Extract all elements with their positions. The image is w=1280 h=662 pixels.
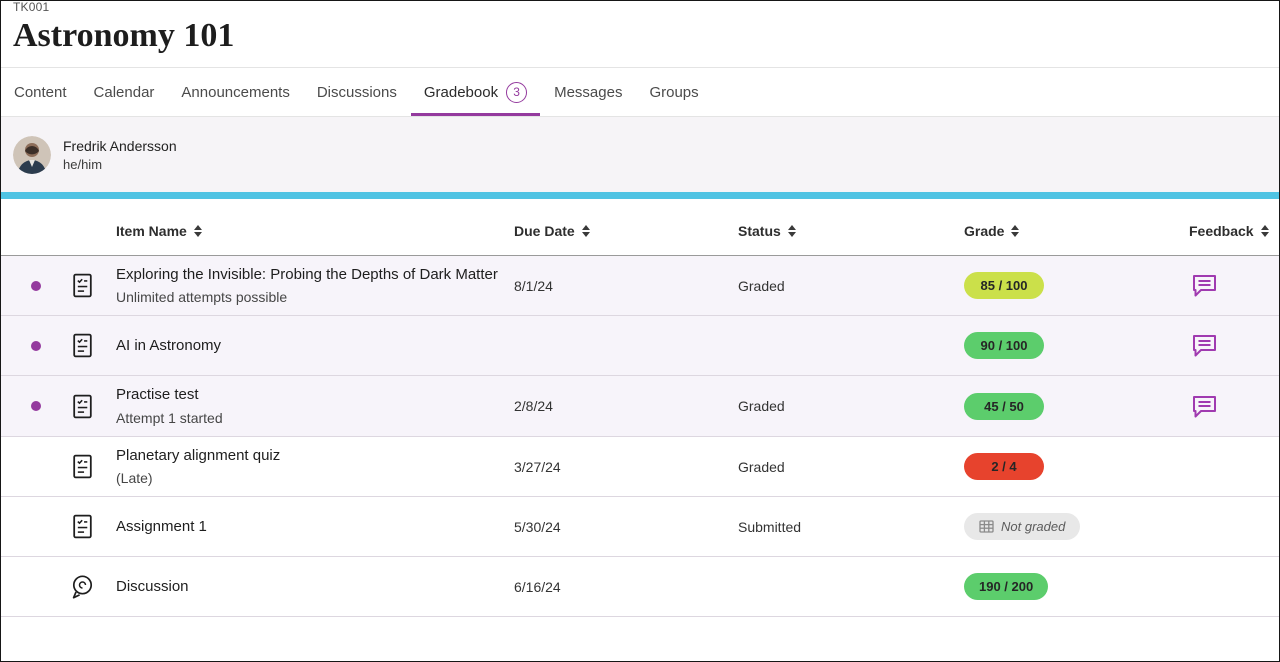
feedback-icon[interactable] [1191, 394, 1218, 419]
gradebook-row[interactable]: Planetary alignment quiz (Late) 3/27/24 … [1, 437, 1279, 497]
assignment-icon [70, 393, 95, 420]
gradebook-row[interactable]: Exploring the Invisible: Probing the Dep… [1, 256, 1279, 316]
tab-calendar[interactable]: Calendar [81, 68, 168, 116]
grade-value: 90 / 100 [981, 338, 1028, 353]
grade-value: 2 / 4 [991, 459, 1016, 474]
sort-icon[interactable] [194, 225, 202, 237]
grade-pill[interactable]: 90 / 100 [964, 332, 1044, 359]
gradebook-row[interactable]: Practise test Attempt 1 started 2/8/24 G… [1, 376, 1279, 436]
tab-gradebook[interactable]: Gradebook 3 [411, 68, 540, 116]
grade-value: 190 / 200 [979, 579, 1033, 594]
assignment-icon [70, 513, 95, 540]
table-header-row: Item Name Due Date Status Grade Feedback [1, 223, 1279, 256]
student-bar: Fredrik Andersson he/him [1, 117, 1279, 192]
column-header-due-date[interactable]: Due Date [514, 223, 738, 239]
tab-content[interactable]: Content [1, 68, 80, 116]
sort-icon[interactable] [1261, 225, 1269, 237]
grade-pill[interactable]: 2 / 4 [964, 453, 1044, 480]
tab-label: Calendar [94, 84, 155, 101]
grade-value: Not graded [1001, 519, 1065, 534]
assignment-icon [70, 272, 95, 299]
due-date: 6/16/24 [514, 579, 738, 595]
student-name: Fredrik Andersson [63, 138, 177, 154]
course-header: TK001 Astronomy 101 [1, 1, 1279, 67]
due-date: 2/8/24 [514, 398, 738, 414]
grade-pill[interactable]: 45 / 50 [964, 393, 1044, 420]
app-window: TK001 Astronomy 101 Content Calendar Ann… [0, 0, 1280, 662]
feedback-icon[interactable] [1191, 333, 1218, 358]
status-text: Graded [738, 459, 964, 475]
item-name-link[interactable]: Planetary alignment quiz [116, 446, 498, 466]
due-date: 5/30/24 [514, 519, 738, 535]
item-subtext: Attempt 1 started [116, 409, 498, 427]
item-name-link[interactable]: Discussion [116, 577, 498, 597]
sort-icon[interactable] [582, 225, 590, 237]
status-text: Submitted [738, 519, 964, 535]
column-header-feedback[interactable]: Feedback [1189, 223, 1269, 239]
gradebook-table: Item Name Due Date Status Grade Feedback [1, 199, 1279, 617]
tab-announcements[interactable]: Announcements [168, 68, 302, 116]
column-header-item-name[interactable]: Item Name [106, 223, 514, 239]
new-item-indicator-dot [31, 281, 41, 291]
tab-label: Groups [649, 84, 698, 101]
tab-messages[interactable]: Messages [541, 68, 635, 116]
feedback-icon[interactable] [1191, 273, 1218, 298]
new-item-indicator-dot [31, 341, 41, 351]
due-date: 8/1/24 [514, 278, 738, 294]
grade-pill[interactable]: Not graded [964, 513, 1080, 540]
status-text: Graded [738, 278, 964, 294]
column-header-status[interactable]: Status [738, 223, 964, 239]
gradebook-row[interactable]: AI in Astronomy 90 / 100 [1, 316, 1279, 376]
assignment-icon [70, 453, 95, 480]
tab-label: Announcements [181, 84, 289, 101]
accent-divider-bar [1, 192, 1279, 199]
tab-label: Gradebook [424, 84, 498, 101]
gradebook-row[interactable]: Discussion 6/16/24 190 / 200 [1, 557, 1279, 617]
sort-icon[interactable] [788, 225, 796, 237]
new-item-indicator-dot [31, 401, 41, 411]
grade-pill[interactable]: 85 / 100 [964, 272, 1044, 299]
tab-count-badge: 3 [506, 82, 527, 103]
item-subtext: (Late) [116, 469, 498, 487]
item-name-link[interactable]: Practise test [116, 385, 498, 405]
tab-groups[interactable]: Groups [636, 68, 711, 116]
grade-pill[interactable]: 190 / 200 [964, 573, 1048, 600]
item-name-link[interactable]: AI in Astronomy [116, 336, 498, 356]
discussion-icon [69, 573, 95, 600]
status-text: Graded [738, 398, 964, 414]
tab-discussions[interactable]: Discussions [304, 68, 410, 116]
tab-label: Discussions [317, 84, 397, 101]
tab-label: Content [14, 84, 67, 101]
course-tab-bar: Content Calendar Announcements Discussio… [1, 67, 1279, 117]
grade-value: 85 / 100 [981, 278, 1028, 293]
item-subtext: Unlimited attempts possible [116, 288, 498, 306]
student-avatar[interactable] [13, 136, 51, 174]
course-title: Astronomy 101 [13, 17, 1267, 55]
item-name-link[interactable]: Assignment 1 [116, 517, 498, 537]
column-header-grade[interactable]: Grade [964, 223, 1189, 239]
grade-value: 45 / 50 [984, 399, 1024, 414]
assignment-icon [70, 332, 95, 359]
rubric-grid-icon [979, 520, 994, 533]
item-name-link[interactable]: Exploring the Invisible: Probing the Dep… [116, 265, 498, 285]
student-pronouns: he/him [63, 157, 177, 172]
gradebook-row[interactable]: Assignment 1 5/30/24 Submitted [1, 497, 1279, 557]
due-date: 3/27/24 [514, 459, 738, 475]
sort-icon[interactable] [1011, 225, 1019, 237]
course-code: TK001 [13, 0, 1267, 14]
tab-label: Messages [554, 84, 622, 101]
